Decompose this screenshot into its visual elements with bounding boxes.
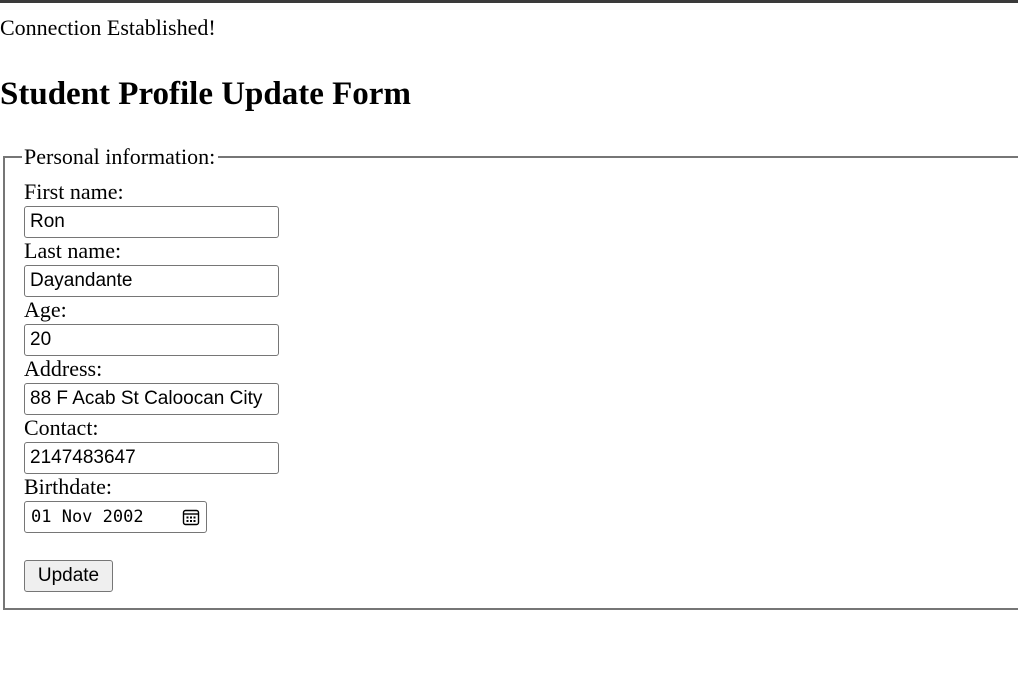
age-field[interactable]: 20: [24, 324, 279, 356]
last-name-label: Last name:: [24, 238, 122, 263]
contact-label: Contact:: [24, 415, 99, 440]
fieldset-legend: Personal information:: [22, 144, 219, 170]
contact-field[interactable]: 2147483647: [24, 442, 279, 474]
update-button[interactable]: Update: [24, 560, 113, 592]
top-border: [0, 0, 1018, 3]
birthdate-field[interactable]: 01 Nov 2002: [24, 501, 207, 533]
first-name-field[interactable]: Ron: [24, 206, 279, 238]
birthdate-value: 01 Nov 2002: [31, 507, 144, 527]
age-label: Age:: [24, 297, 67, 322]
page-title: Student Profile Update Form: [0, 76, 411, 112]
address-field[interactable]: 88 F Acab St Caloocan City: [24, 383, 279, 415]
connection-status: Connection Established!: [0, 15, 216, 40]
birthdate-label: Birthdate:: [24, 474, 112, 499]
calendar-icon[interactable]: [182, 508, 200, 526]
first-name-label: First name:: [24, 179, 124, 204]
address-label: Address:: [24, 356, 103, 381]
last-name-field[interactable]: Dayandante: [24, 265, 279, 297]
